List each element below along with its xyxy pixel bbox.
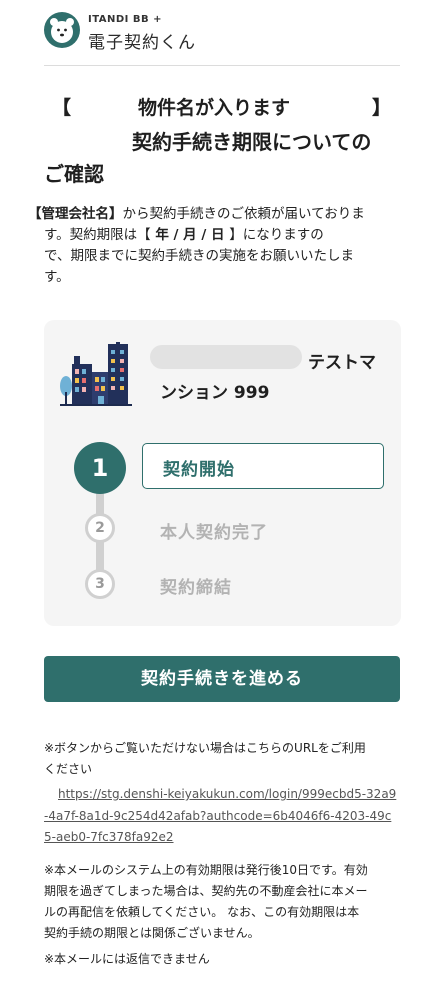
- url-line2: -4a7f-8a1d-9c254d42afab?authcode=6b4046f…: [44, 808, 392, 823]
- brand-name: 電子契約くん: [88, 33, 196, 53]
- step-1-number: 1: [74, 442, 126, 494]
- page-title-line2: 契約手続き期限についての: [132, 130, 372, 154]
- message-line2-prefix: す。契約期限は【: [44, 227, 151, 243]
- polar-bear-logo-icon: [44, 12, 80, 48]
- validity-line4: 契約手続の期限とは関係ございません。: [44, 926, 260, 940]
- step-2-number: 2: [85, 513, 115, 543]
- app-header: ITANDI BB + 電子契約くん: [44, 12, 400, 64]
- login-url-link[interactable]: https://stg.denshi-keiyakukun.com/login/…: [44, 784, 404, 849]
- proceed-contract-button[interactable]: 契約手続きを進める: [44, 656, 400, 702]
- header-divider: [44, 65, 400, 66]
- title-bracket-left: 【: [52, 97, 72, 119]
- url-note-line2: ください: [44, 762, 93, 776]
- message-line1: から契約手続きのご依頼が届いておりま: [122, 206, 365, 222]
- step-2-label: 本人契約完了: [160, 523, 268, 543]
- property-name-placeholder: 物件名が入ります: [138, 97, 291, 119]
- title-bracket-right: 】: [372, 97, 392, 119]
- url-note-line1: ※ボタンからご覧いただけない場合はこちらのURLをご利用: [44, 741, 366, 755]
- message-body: 【管理会社名】から契約手続きのご依頼が届いておりま す。契約期限は【 年 / 月…: [28, 204, 392, 288]
- property-name-line2: ンション 999: [160, 383, 270, 403]
- no-reply-note: ※本メールには返信できません: [44, 952, 210, 966]
- validity-line1: ※本メールのシステム上の有効期限は発行後10日です。有効: [44, 863, 368, 877]
- step-3-label: 契約締結: [160, 578, 232, 598]
- validity-line3: ルの再配信を依頼してください。 なお、この有効期限は本: [44, 905, 360, 919]
- contract-status-card: テストマ ンション 999 1 契約開始 2 本人契約完了 3 契約締結: [44, 320, 401, 626]
- step-1-label: 契約開始: [163, 460, 235, 480]
- building-illustration-icon: [60, 342, 132, 406]
- url-line1: https://stg.denshi-keiyakukun.com/login/…: [58, 787, 397, 801]
- message-line3: で、期限までに契約手続きの実施をお願いいたしま: [44, 248, 354, 264]
- validity-line2: 期限を過ぎてしまった場合は、契約先の不動産会社に本メー: [44, 884, 368, 898]
- message-line2-suffix: 】になりますの: [229, 227, 324, 243]
- page-title-line3: ご確認: [44, 162, 104, 186]
- property-name-line1: テストマ: [308, 353, 376, 373]
- deadline-date: 年 / 月 / 日: [150, 227, 230, 243]
- url-line3: 5-aeb0-7fc378fa92e2: [44, 830, 174, 844]
- message-line4: す。: [44, 269, 70, 285]
- url-note: ※ボタンからご覧いただけない場合はこちらのURLをご利用 ください: [44, 738, 404, 780]
- brand-small-label: ITANDI BB +: [88, 14, 162, 25]
- validity-note: ※本メールのシステム上の有効期限は発行後10日です。有効 期限を過ぎてしまった場…: [44, 860, 404, 944]
- redacted-name-placeholder: [150, 345, 302, 369]
- step-1-box: 契約開始: [142, 443, 384, 489]
- step-3-number: 3: [85, 569, 115, 599]
- company-name: 【管理会社名】: [28, 206, 123, 222]
